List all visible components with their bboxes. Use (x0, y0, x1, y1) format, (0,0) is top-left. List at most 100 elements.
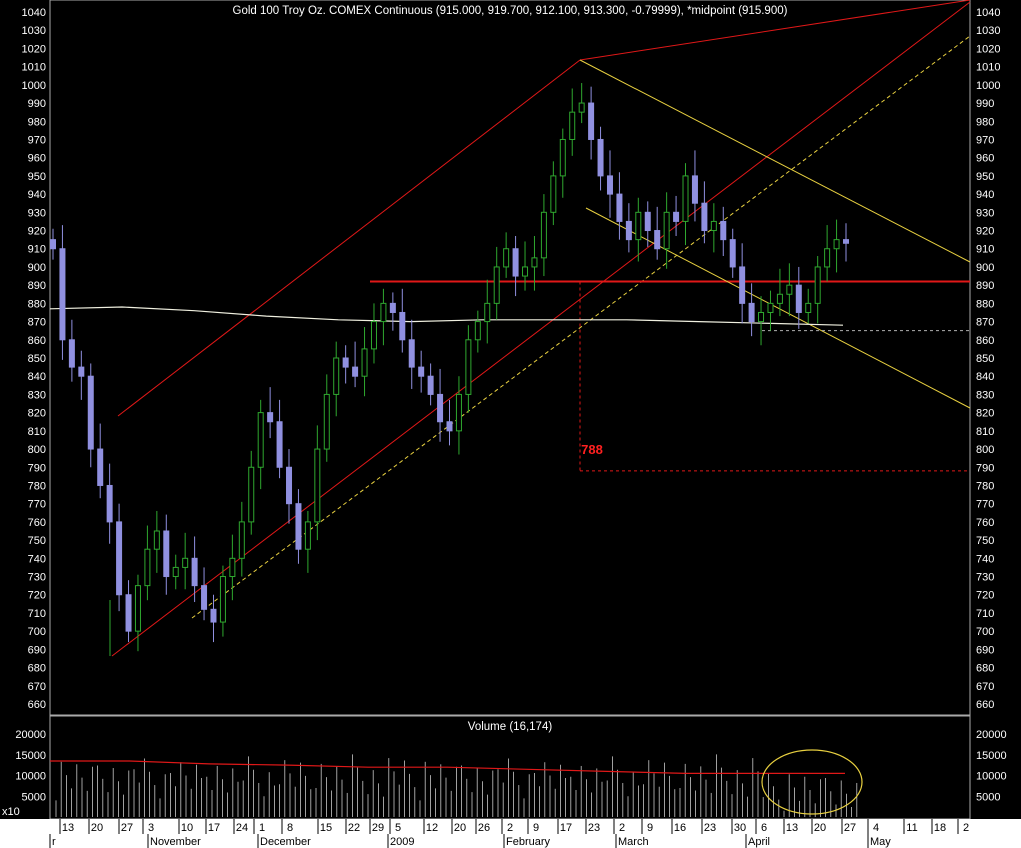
candle-body (87, 375, 94, 450)
candle-body (106, 484, 113, 523)
price-tick-right: 850 (976, 353, 994, 365)
price-tick-right: 670 (976, 681, 994, 693)
candle-body (370, 321, 377, 350)
price-tick-left: 700 (28, 626, 46, 638)
candle-body (493, 266, 500, 304)
month-label: November (150, 836, 201, 848)
candle-body (484, 302, 491, 323)
date-tick-label: 8 (287, 822, 293, 834)
date-tick-label: 22 (348, 822, 360, 834)
candle-body (267, 412, 274, 423)
price-tick-right: 880 (976, 298, 994, 310)
month-label: March (618, 836, 649, 848)
candle-body (512, 248, 519, 277)
candle-body (691, 175, 698, 204)
candle-body (276, 421, 283, 468)
candle-body (843, 239, 849, 244)
target-label: 788 (581, 442, 603, 457)
candle-body (503, 248, 510, 268)
candle-body (68, 339, 75, 368)
date-tick-label: 30 (734, 822, 746, 834)
price-tick-left: 660 (28, 699, 46, 711)
price-tick-left: 750 (28, 535, 46, 547)
date-tick-label: 20 (91, 822, 103, 834)
candle-body (833, 239, 840, 250)
candle-body (767, 302, 774, 313)
date-tick-label: 12 (426, 822, 438, 834)
price-tick-left: 860 (28, 335, 46, 347)
candle-body (616, 193, 623, 222)
candle-body (776, 293, 783, 304)
candle-body (748, 302, 755, 323)
price-tick-left: 810 (28, 426, 46, 438)
price-tick-right: 700 (976, 626, 994, 638)
candle-body (219, 576, 226, 623)
price-tick-right: 720 (976, 590, 994, 602)
price-tick-right: 970 (976, 134, 994, 146)
date-tick-label: 17 (208, 822, 220, 834)
date-tick-label: 3 (148, 822, 154, 834)
price-tick-left: 740 (28, 553, 46, 565)
gold-futures-chart: 1040 10401030 10301020 10201010 10101000 1000… (0, 0, 1021, 848)
price-tick-left: 770 (28, 499, 46, 511)
volume-tick-left: 10000 (15, 771, 46, 783)
price-tick-left: 870 (28, 317, 46, 329)
price-tick-right: 660 (976, 699, 994, 711)
candle-body (814, 266, 821, 304)
candle-body (710, 220, 717, 232)
month-label: April (748, 836, 770, 848)
date-tick-label: 11 (906, 822, 917, 834)
price-tick-left: 920 (28, 226, 46, 238)
candle-body (257, 412, 264, 468)
candle-body (720, 220, 727, 241)
candle-body (418, 366, 425, 377)
candle-body (286, 466, 293, 505)
price-tick-right: 890 (976, 280, 994, 292)
candle-body (673, 211, 680, 222)
candle-body (380, 302, 387, 323)
price-tick-right: 710 (976, 608, 994, 620)
candle-body (559, 138, 566, 177)
candle-body (597, 138, 604, 177)
candle-body (323, 393, 330, 450)
date-tick-label: 20 (454, 822, 466, 834)
candle-body (116, 521, 123, 596)
price-tick-left: 910 (28, 244, 46, 256)
candle-body (50, 239, 56, 250)
candle-body (295, 503, 302, 550)
candle-body (342, 357, 349, 368)
volume-tick-right: 20000 (976, 729, 1007, 741)
date-tick-label: 27 (844, 822, 856, 834)
candle-body (739, 266, 746, 304)
candle-body (427, 375, 434, 395)
price-tick-right: 930 (976, 207, 994, 219)
candle-body (238, 521, 245, 559)
candle-body (333, 357, 340, 395)
month-label: December (260, 836, 311, 848)
candle-body (635, 211, 642, 241)
candle-body (606, 175, 613, 195)
candle-body (446, 421, 453, 432)
price-tick-left: 940 (28, 189, 46, 201)
candle-body (663, 211, 670, 250)
price-tick-left: 760 (28, 517, 46, 529)
price-tick-left: 1000 (22, 80, 46, 92)
price-tick-left: 1040 (22, 7, 46, 19)
volume-tick-left: 15000 (15, 750, 46, 762)
date-tick-label: 17 (560, 822, 572, 834)
candle-body (569, 111, 576, 140)
candle-body (172, 566, 179, 578)
price-tick-right: 740 (976, 553, 994, 565)
price-tick-left: 880 (28, 298, 46, 310)
date-tick-label: 9 (647, 822, 653, 834)
candle-body (701, 202, 708, 232)
price-tick-left: 690 (28, 644, 46, 656)
candle-body (729, 239, 736, 268)
chart-title: Gold 100 Troy Oz. COMEX Continuous (915.… (233, 5, 788, 17)
candle-body (437, 393, 444, 423)
candle-body (59, 248, 66, 341)
price-tick-right: 860 (976, 335, 994, 347)
candle-body (229, 557, 236, 578)
candle-body (654, 230, 661, 250)
candle-body (134, 585, 141, 632)
